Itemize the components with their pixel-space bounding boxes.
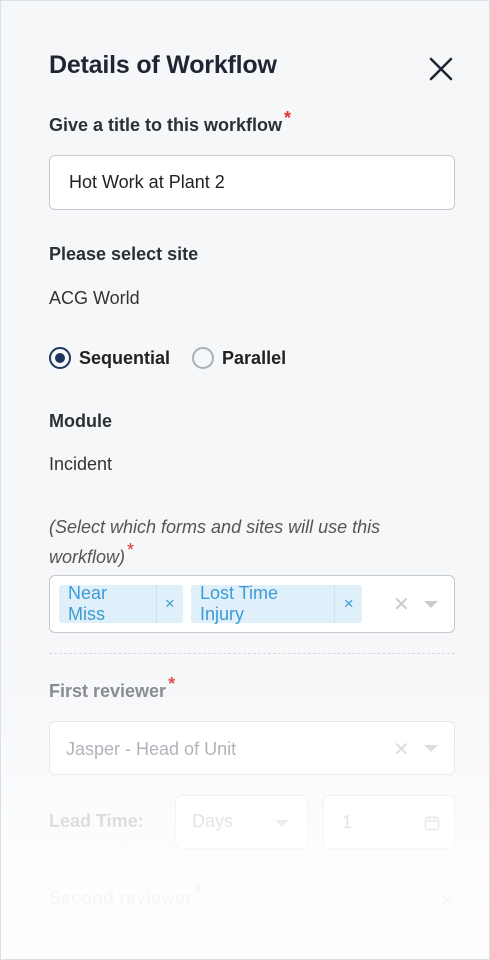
chip-remove-icon[interactable]: × bbox=[334, 585, 362, 623]
workflow-title-input[interactable]: Hot Work at Plant 2 bbox=[49, 155, 455, 210]
workflow-details-panel: Details of Workflow Give a title to this… bbox=[0, 0, 490, 960]
sequential-radio-label[interactable]: Sequential bbox=[79, 348, 170, 369]
parallel-radio-label[interactable]: Parallel bbox=[222, 348, 286, 369]
first-reviewer-select[interactable]: Jasper - Head of Unit ✕ bbox=[49, 721, 455, 775]
chip-lost-time-injury: Lost Time Injury × bbox=[191, 583, 362, 624]
first-reviewer-label: First reviewer * bbox=[49, 674, 176, 701]
flow-type-radio-group: Sequential Parallel bbox=[49, 347, 286, 369]
chip-label: Lost Time Injury bbox=[200, 583, 279, 624]
divider bbox=[49, 653, 455, 654]
site-label: Please select site bbox=[49, 244, 199, 264]
first-reviewer-value: Jasper - Head of Unit bbox=[66, 739, 237, 759]
module-value: Incident bbox=[49, 454, 113, 474]
clear-icon[interactable]: ✕ bbox=[393, 592, 410, 617]
second-reviewer-label: Second reviewer * bbox=[49, 881, 202, 908]
required-mark: * bbox=[194, 881, 202, 901]
clear-icon[interactable]: ✕ bbox=[393, 737, 410, 762]
required-mark: * bbox=[284, 108, 292, 128]
chip-near-miss: Near Miss × bbox=[59, 583, 183, 624]
workflow-title-label: Give a title to this workflow * bbox=[49, 108, 292, 135]
sequential-radio[interactable] bbox=[49, 347, 71, 369]
remove-reviewer-icon[interactable]: ✕ bbox=[439, 888, 456, 913]
calendar-icon[interactable] bbox=[424, 815, 440, 831]
required-mark: * bbox=[127, 540, 135, 560]
chevron-down-icon[interactable] bbox=[275, 820, 289, 827]
lead-time-unit-value: Days bbox=[192, 811, 234, 831]
close-icon[interactable] bbox=[427, 55, 455, 83]
lead-time-amount-input[interactable]: 1 bbox=[323, 795, 455, 849]
chip-remove-icon[interactable]: × bbox=[155, 585, 183, 623]
lead-time-amount-value: 1 bbox=[342, 812, 353, 832]
chevron-down-icon[interactable] bbox=[424, 745, 438, 752]
module-label: Module bbox=[49, 411, 112, 431]
lead-time-unit-select[interactable]: Days bbox=[175, 795, 308, 849]
lead-time-label: Lead Time: bbox=[49, 811, 144, 831]
chip-label: Near Miss bbox=[68, 583, 108, 624]
required-mark: * bbox=[168, 674, 176, 694]
site-value: ACG World bbox=[49, 288, 140, 308]
chevron-down-icon[interactable] bbox=[424, 601, 438, 608]
forms-multiselect[interactable]: Near Miss × Lost Time Injury × ✕ bbox=[49, 575, 455, 633]
forms-hint: (Select which forms and sites will use t… bbox=[49, 517, 381, 567]
fade-overlay bbox=[1, 621, 489, 959]
panel-title: Details of Workflow bbox=[49, 51, 277, 79]
parallel-radio[interactable] bbox=[192, 347, 215, 369]
